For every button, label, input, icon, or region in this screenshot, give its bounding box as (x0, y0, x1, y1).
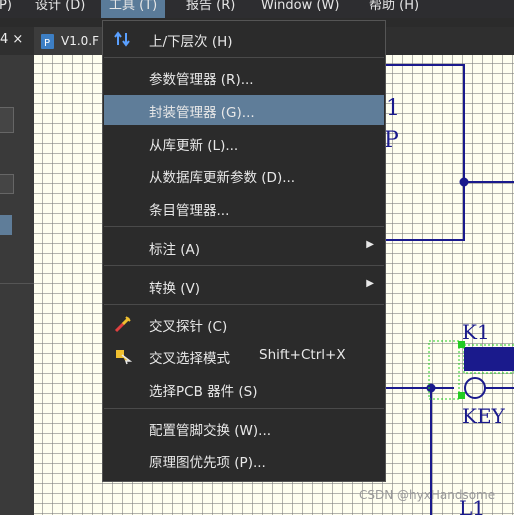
menu-item-label: 原理图优先项 (P)... (149, 455, 266, 471)
menu-separator (104, 226, 384, 227)
menu-reports[interactable]: 报告 (R) (186, 0, 235, 15)
panel-input[interactable] (0, 107, 14, 133)
document-tab-label: V1.0.F (61, 34, 100, 48)
menu-tools[interactable]: 工具 (T) (101, 0, 166, 18)
menu-item-footprint-manager[interactable]: 封装管理器 (G)... (104, 95, 384, 125)
menu-item-label: 上/下层次 (H) (149, 34, 233, 50)
cross-probe-icon (114, 316, 131, 333)
menu-bar: P) 设计 (D) 工具 (T) 报告 (R) Window (W) 帮助 (H… (0, 0, 514, 18)
menu-item-label: 从数据库更新参数 (D)... (149, 170, 296, 186)
menu-item-configure-pin-swap[interactable]: 配置管脚交换 (W)... (104, 413, 384, 443)
menu-item-item-manager[interactable]: 条目管理器... (104, 193, 384, 223)
submenu-arrow-icon: ▶ (366, 239, 374, 250)
panel-divider (0, 283, 34, 284)
menu-item-label: 条目管理器... (149, 203, 230, 219)
tools-dropdown-menu: 上/下层次 (H) 参数管理器 (R)... 封装管理器 (G)... 从库更新… (102, 20, 386, 482)
menu-window[interactable]: Window (W) (261, 0, 339, 15)
cross-select-icon (116, 350, 132, 365)
menu-item-update-from-library[interactable]: 从库更新 (L)... (104, 128, 384, 158)
hierarchy-arrows-icon (114, 31, 130, 47)
menu-item-parameter-manager[interactable]: 参数管理器 (R)... (104, 62, 384, 92)
menu-item-label: 选择PCB 器件 (S) (149, 384, 258, 400)
menu-help[interactable]: 帮助 (H) (369, 0, 419, 15)
left-panel-tab: 4 × (0, 27, 34, 55)
menu-item-cross-select-mode[interactable]: 交叉选择模式 Shift+Ctrl+X (104, 341, 384, 371)
menu-item-label: 转换 (V) (149, 281, 201, 297)
submenu-arrow-icon: ▶ (366, 278, 374, 289)
menu-item-label: 交叉选择模式 (149, 351, 230, 367)
menu-separator (104, 57, 384, 58)
menu-item-cross-probe[interactable]: 交叉探针 (C) (104, 309, 384, 339)
document-tab[interactable]: P V1.0.F (34, 27, 106, 55)
svg-text:P: P (44, 38, 50, 49)
menu-item-shortcut: Shift+Ctrl+X (259, 347, 346, 363)
left-panel (0, 27, 34, 515)
menu-item-label: 参数管理器 (R)... (149, 72, 254, 88)
junction-dot-2 (426, 383, 436, 393)
menu-item-label: 标注 (A) (149, 242, 201, 258)
k1-label: K1 (462, 320, 490, 344)
key-pin-circle (464, 377, 486, 399)
menu-separator (104, 265, 384, 266)
panel-field[interactable] (0, 174, 14, 194)
panel-close-button[interactable]: 4 × (0, 32, 23, 47)
panel-selected-row[interactable] (0, 215, 12, 235)
watermark: CSDN @hyxHandsome (359, 488, 496, 502)
junction-dot-1 (459, 177, 469, 187)
menu-item-label: 从库更新 (L)... (149, 138, 239, 154)
menu-item-annotation[interactable]: 标注 (A) ▶ (104, 232, 384, 262)
ref-top-1: 1 (386, 96, 400, 121)
menu-item-convert[interactable]: 转换 (V) ▶ (104, 271, 384, 301)
key-body (464, 347, 514, 371)
menu-item-label: 交叉探针 (C) (149, 319, 228, 335)
menu-item-select-pcb-components[interactable]: 选择PCB 器件 (S) (104, 374, 384, 404)
menu-item-label: 封装管理器 (G)... (149, 105, 255, 121)
menu-design[interactable]: 设计 (D) (35, 0, 85, 15)
menu-item-hierarchy[interactable]: 上/下层次 (H) (104, 24, 384, 54)
menu-place[interactable]: P) (0, 0, 12, 15)
menu-separator (104, 408, 384, 409)
menu-item-label: 配置管脚交换 (W)... (149, 423, 272, 439)
menu-item-schematic-preferences[interactable]: 原理图优先项 (P)... (104, 445, 384, 475)
menu-item-update-params-from-db[interactable]: 从数据库更新参数 (D)... (104, 160, 384, 190)
ref-top-2: P (384, 128, 399, 153)
key-label: KEY (462, 404, 506, 428)
schematic-doc-icon: P (41, 34, 54, 49)
menu-separator (104, 304, 384, 305)
